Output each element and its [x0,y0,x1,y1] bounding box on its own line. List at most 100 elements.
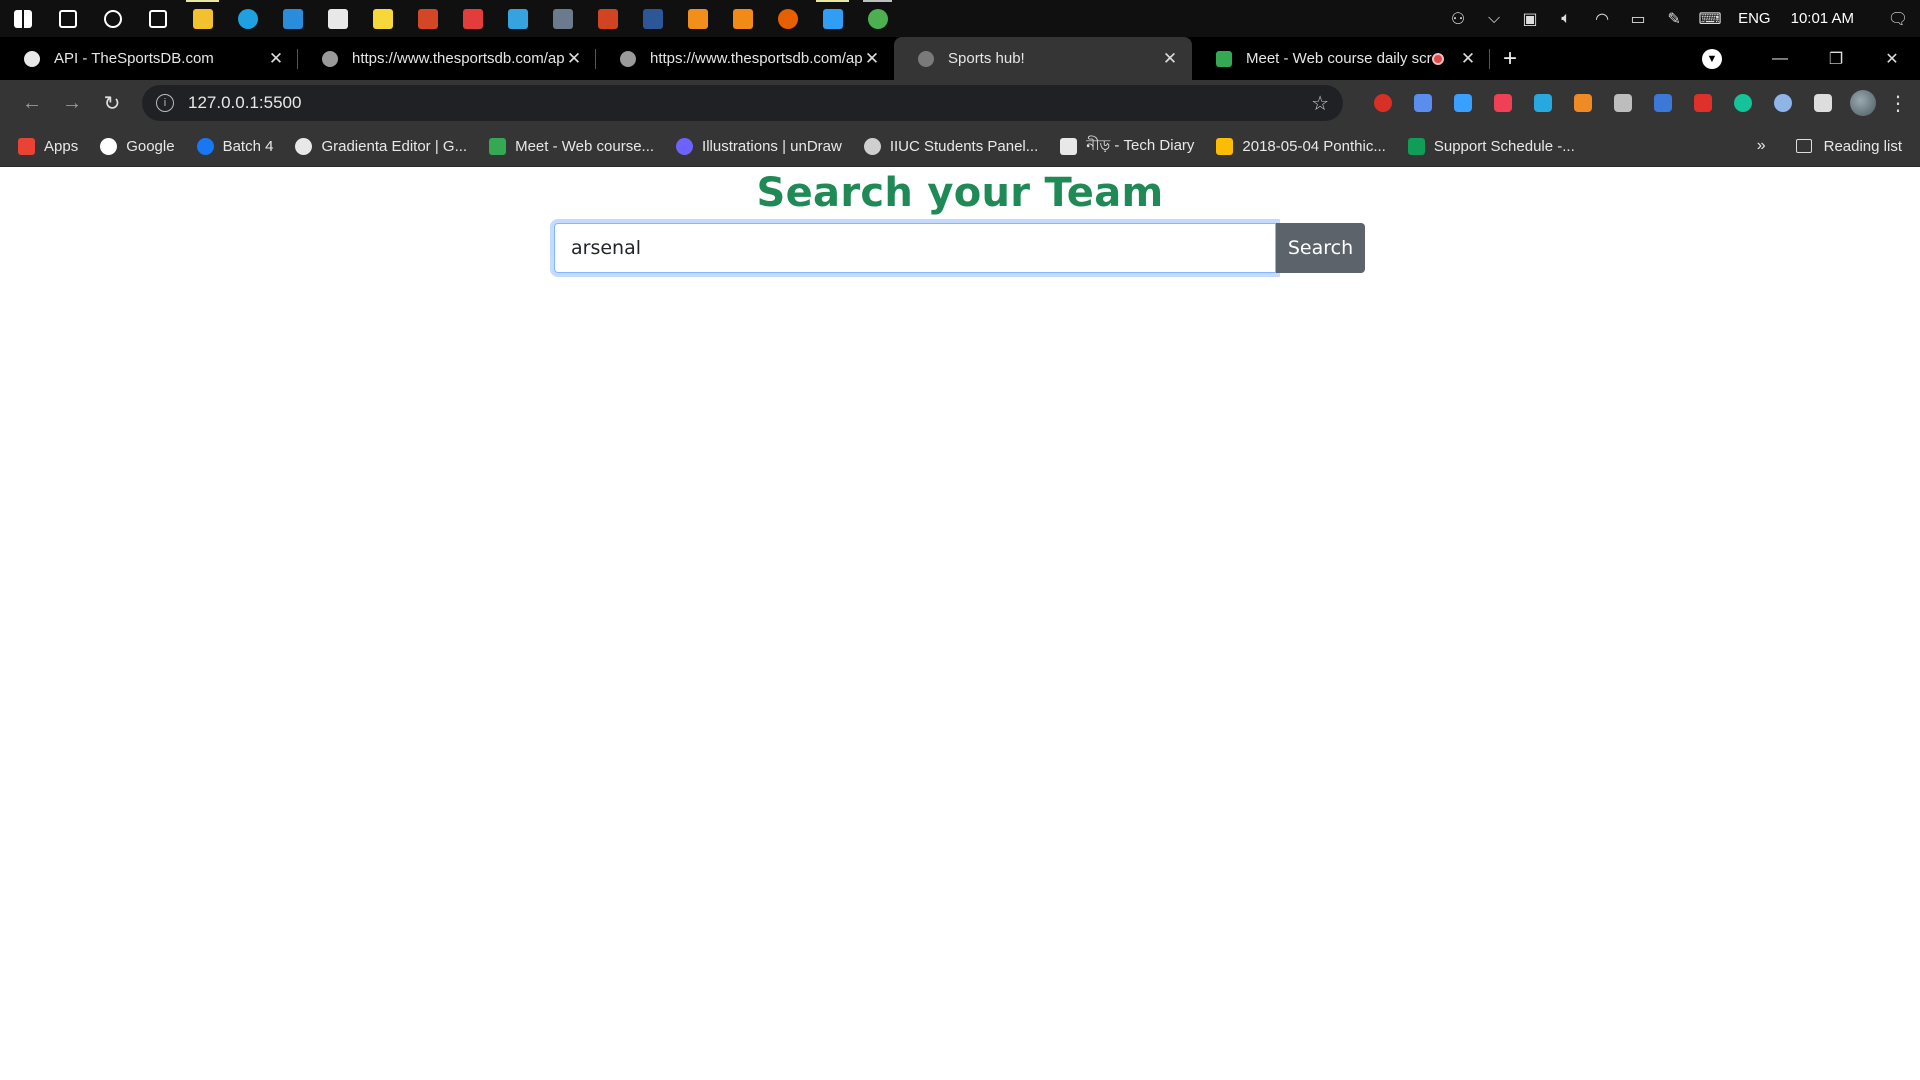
tab-api-thesportsdb[interactable]: API - TheSportsDB.com ✕ [0,37,298,80]
page-content: Search your Team Search [0,167,1920,1080]
bookmark-item[interactable]: নীড় - Tech Diary [1060,134,1194,159]
grammarly-extension-icon[interactable] [1723,83,1763,123]
bookmark-label: নীড় - Tech Diary [1086,136,1195,154]
tab-meet[interactable]: Meet - Web course daily scru ✕ [1192,37,1490,80]
address-bar[interactable]: i 127.0.0.1:5500 ☆ [142,85,1343,121]
powerpoint-icon[interactable] [585,0,630,37]
close-icon[interactable]: ✕ [564,49,584,69]
bookmark-item[interactable]: Illustrations | unDraw [676,137,842,155]
vlc-icon[interactable] [720,0,765,37]
google-icon [100,137,118,155]
wifi-icon[interactable]: ◠ [1584,0,1620,37]
volume-icon[interactable]: 🔈︎ [1548,0,1584,37]
close-icon[interactable]: ✕ [1160,49,1180,69]
tab-thesportsdb-api-1[interactable]: https://www.thesportsdb.com/ap ✕ [298,37,596,80]
office-icon[interactable] [405,0,450,37]
bookmark-item[interactable]: Meet - Web course... [489,137,655,155]
bookmark-label: Gradienta Editor | G... [321,137,468,155]
close-icon[interactable]: ✕ [266,49,286,69]
browser-toolbar: ← → ↻ i 127.0.0.1:5500 ☆ ⋮ [0,80,1920,126]
url-text[interactable]: 127.0.0.1:5500 [188,93,1311,113]
more-bookmarks-icon[interactable]: » [1757,137,1766,155]
cortana-icon[interactable] [90,0,135,37]
chrome-icon[interactable] [855,0,900,37]
bookmark-star-icon[interactable]: ☆ [1311,91,1329,116]
notification-icon[interactable]: 🗨︎ [1876,0,1920,37]
tab-thesportsdb-api-2[interactable]: https://www.thesportsdb.com/ap ✕ [596,37,894,80]
tab-title: https://www.thesportsdb.com/ap [650,50,862,67]
profile-avatar[interactable] [1843,83,1883,123]
drive-icon [1216,137,1234,155]
pocket-extension-icon[interactable] [1483,83,1523,123]
calculator-icon[interactable] [540,0,585,37]
tab-title: Meet - Web course daily scru [1246,50,1432,67]
accessibility-extension-icon[interactable] [1643,83,1683,123]
reload-icon[interactable]: ↻ [92,83,132,123]
bookmark-label: Meet - Web course... [515,137,655,155]
store-icon[interactable] [315,0,360,37]
file-explorer-icon[interactable] [180,0,225,37]
bookmark-item[interactable]: Apps [18,137,78,155]
circle-extension-icon[interactable] [1763,83,1803,123]
keyboard-icon[interactable]: ⌨ [1692,0,1728,37]
bookmarks-bar: Apps Google Batch 4 Gradienta Editor | G...… [0,126,1920,167]
bookmark-item[interactable]: Support Schedule -... [1407,137,1575,155]
meet-now-icon[interactable]: ▣ [1512,0,1548,37]
video-extension-icon[interactable] [1683,83,1723,123]
language-indicator[interactable]: ENG [1728,10,1781,27]
tab-search-icon[interactable]: ▼ [1702,48,1722,69]
close-icon[interactable]: ✕ [862,49,882,69]
sublime-icon[interactable] [675,0,720,37]
back-arrow-icon[interactable]: ← [12,83,52,123]
media-icon[interactable] [450,0,495,37]
minimize-icon[interactable]: — [1752,37,1808,80]
sportsdb-favicon-icon [24,50,40,67]
undraw-icon [676,137,694,155]
reading-list-button[interactable]: Reading list [1824,138,1902,155]
bookmark-item[interactable]: Gradienta Editor | G... [295,137,468,155]
system-tray: ⚇ ⌵ ▣ 🔈︎ ◠ ▭ ✎ ⌨ ENG 10:01 AM 🗨︎ [1440,0,1920,37]
chevron-up-icon[interactable]: ⌵ [1476,0,1512,37]
battery-icon[interactable]: ▭ [1620,0,1656,37]
reading-list-icon [1795,139,1812,153]
menu-kebab-icon[interactable]: ⋮ [1883,91,1913,116]
sticky-notes-icon[interactable] [360,0,405,37]
vscode-icon[interactable] [810,0,855,37]
pen-icon[interactable]: ✎ [1656,0,1692,37]
task-view-icon[interactable] [135,0,180,37]
iiuc-icon [863,137,881,155]
bookmark-item[interactable]: IIUC Students Panel... [863,137,1038,155]
word-icon[interactable] [630,0,675,37]
new-extension-icon[interactable] [1443,83,1483,123]
puzzle-extensions-icon[interactable] [1803,83,1843,123]
firefox-icon[interactable] [765,0,810,37]
windows-start-icon[interactable] [0,0,45,37]
people-icon[interactable]: ⚇ [1440,0,1476,37]
bookmark-item[interactable]: 2018-05-04 Ponthic... [1216,137,1386,155]
facebook-icon [196,137,214,155]
search-input[interactable] [554,223,1276,273]
camera-extension-icon[interactable] [1403,83,1443,123]
site-info-icon[interactable]: i [156,94,174,112]
restore-icon[interactable]: ❐ [1808,37,1864,80]
forward-arrow-icon[interactable]: → [52,83,92,123]
clock[interactable]: 10:01 AM [1781,10,1864,27]
globe-favicon-icon [918,50,934,67]
bookmark-label: Batch 4 [222,137,274,155]
snipping-icon[interactable] [495,0,540,37]
translate-extension-icon[interactable] [1523,83,1563,123]
close-icon[interactable]: ✕ [1458,49,1478,69]
orange-extension-icon[interactable] [1563,83,1603,123]
search-icon[interactable] [45,0,90,37]
mail-icon[interactable] [270,0,315,37]
edge-icon[interactable] [225,0,270,37]
search-button[interactable]: Search [1276,223,1365,273]
window-close-icon[interactable]: ✕ [1864,37,1920,80]
new-tab-button[interactable]: + [1490,37,1530,80]
bookmark-item[interactable]: Batch 4 [196,137,274,155]
screenshot-extension-icon[interactable] [1603,83,1643,123]
tab-sports-hub[interactable]: Sports hub! ✕ [894,37,1192,80]
extensions-area [1363,83,1843,123]
bookmark-item[interactable]: Google [100,137,175,155]
blocker-extension-icon[interactable] [1363,83,1403,123]
